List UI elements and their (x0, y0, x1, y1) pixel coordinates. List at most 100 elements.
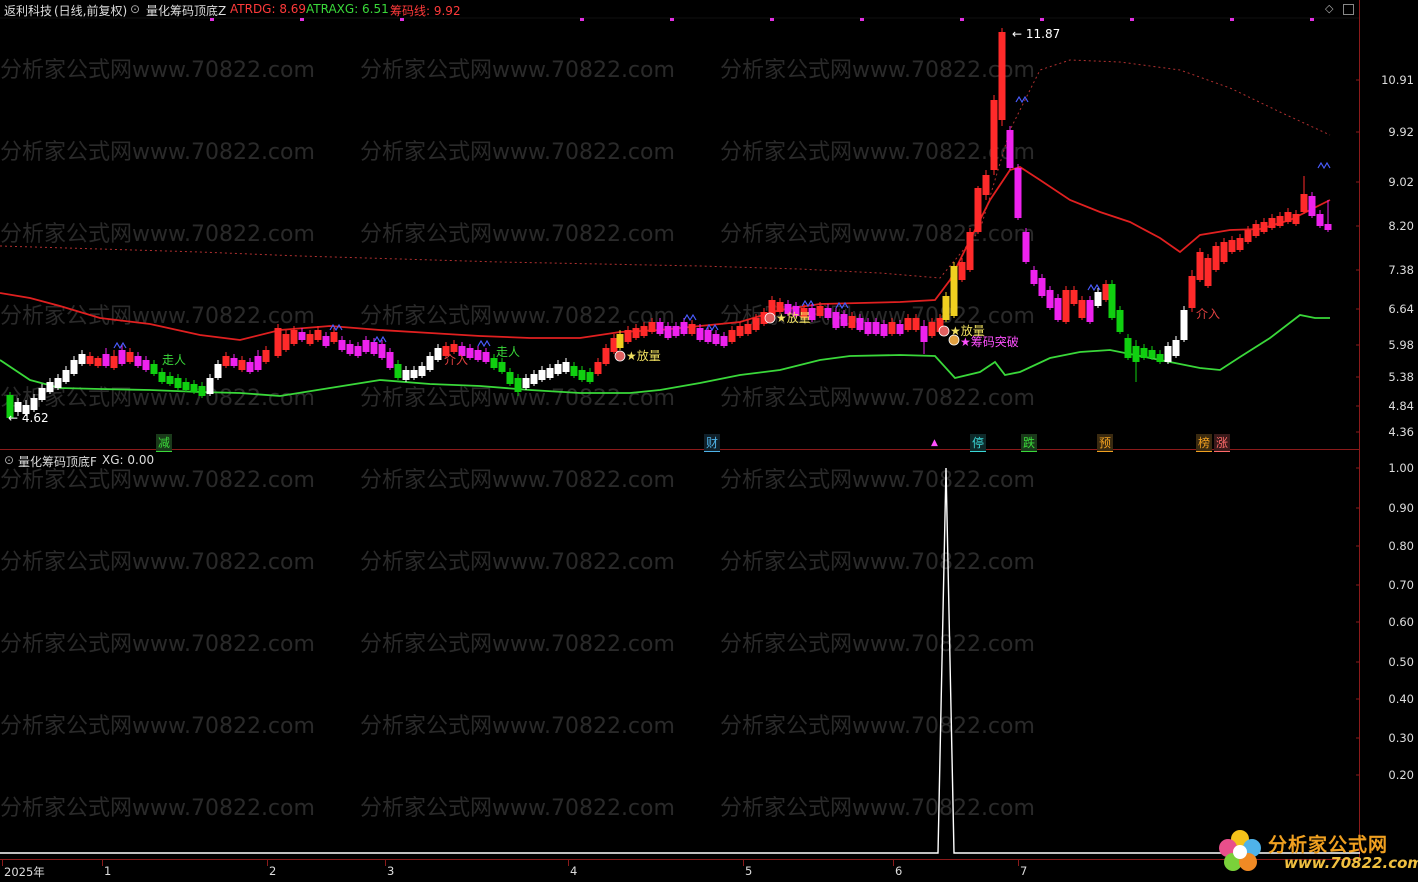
candle-body (1316, 214, 1324, 226)
candle-body (1204, 258, 1212, 286)
candle-body (198, 386, 206, 396)
candle-body (102, 354, 110, 366)
candle-body (346, 344, 354, 354)
flower-icon (1219, 830, 1261, 871)
candle-body (664, 326, 672, 338)
date-label: 3 (387, 864, 395, 878)
candle-body (816, 306, 824, 316)
candle-body (1236, 238, 1244, 250)
signal-tick: 0.80 (1388, 539, 1414, 553)
date-tick-mark (1018, 860, 1019, 866)
candle-body (998, 32, 1006, 120)
candle-body (616, 334, 624, 348)
event-badge: 跌 (1021, 434, 1038, 452)
candle-body (1132, 346, 1140, 362)
date-label: 4 (570, 864, 578, 878)
candle-body (594, 362, 602, 374)
date-label: 6 (895, 864, 903, 878)
candle-body (712, 334, 720, 344)
candle-body (1006, 130, 1014, 168)
candle-body (680, 322, 688, 334)
candle-body (1102, 284, 1110, 300)
candle-body (282, 334, 290, 350)
candle-body (1030, 270, 1038, 284)
candle-body (1228, 240, 1236, 252)
candle-body (872, 322, 880, 334)
candle-body (848, 316, 856, 328)
candle-body (402, 370, 410, 380)
candle-body (736, 326, 744, 336)
volume-signal: ★放量 (626, 348, 661, 363)
event-badge: 涨 (1214, 434, 1231, 452)
date-tick-mark (385, 860, 386, 866)
chip-line (0, 59, 1331, 279)
candle-body (474, 350, 482, 360)
chip-break-signal: ★筹码突破 (960, 334, 1019, 349)
candle-body (1140, 348, 1148, 358)
price-tick: 4.84 (1388, 399, 1414, 413)
candle-body (158, 372, 166, 382)
signal-tick: 0.20 (1388, 768, 1414, 782)
candle-body (78, 354, 86, 364)
date-label: 2 (269, 864, 277, 878)
candle-body (1062, 290, 1070, 322)
candle-body (982, 175, 990, 195)
candle-body (1180, 310, 1188, 340)
candle-body (298, 332, 306, 340)
candle-body (586, 372, 594, 382)
candle-body (1220, 242, 1228, 262)
event-badge: 停 (970, 434, 987, 452)
candle-body (640, 326, 648, 336)
date-label: 7 (1020, 864, 1028, 878)
candle-body (506, 372, 514, 384)
candle-body (70, 360, 78, 374)
candle-body (110, 356, 118, 368)
candle-body (418, 366, 426, 376)
peak-marker-icon (683, 313, 697, 322)
candle-body (562, 362, 570, 372)
signal-chart[interactable] (0, 460, 1360, 860)
candle-body (230, 358, 238, 366)
candle-body (912, 318, 920, 330)
candle-body (1054, 298, 1062, 320)
candle-body (1188, 276, 1196, 308)
volume-icon (614, 350, 626, 362)
peak-marker-icon (113, 341, 127, 350)
candle-body (752, 318, 760, 330)
top-marker (670, 18, 674, 21)
candle-body (330, 332, 338, 342)
date-tick-mark (568, 860, 569, 866)
price-tick: 8.20 (1388, 219, 1414, 233)
candle-body (126, 352, 134, 362)
price-tick: 9.02 (1388, 175, 1414, 189)
candle-body (238, 360, 246, 370)
candle-body (490, 358, 498, 368)
candle-body (648, 322, 656, 332)
candle-body (1212, 246, 1220, 270)
price-chart[interactable]: ← 11.87← 4.62走人走人介入介入★放量★放量★放量★筹码突破 (0, 0, 1360, 450)
logo-name: 分析家公式网 (1268, 834, 1389, 856)
peak-marker-icon (373, 335, 387, 344)
candle-body (354, 346, 362, 356)
top-marker (1040, 18, 1044, 21)
candle-body (94, 358, 102, 366)
candle-body (904, 318, 912, 330)
candle-body (522, 378, 530, 388)
candle-body (624, 330, 632, 342)
candle-body (1284, 212, 1292, 222)
candle-body (1324, 224, 1332, 230)
price-tick: 5.98 (1388, 338, 1414, 352)
date-tick-mark (2, 860, 3, 866)
candle-body (688, 324, 696, 334)
candle-body (174, 378, 182, 388)
xg-signal-line (0, 467, 1360, 854)
candle-body (514, 378, 522, 392)
candle-body (554, 364, 562, 374)
signal-tick: 0.50 (1388, 655, 1414, 669)
date-tick-mark (743, 860, 744, 866)
price-tick: 6.64 (1388, 302, 1414, 316)
candle-body (498, 362, 506, 372)
candle-body (840, 314, 848, 326)
candle-body (950, 266, 958, 316)
low-price-label: ← 4.62 (8, 411, 49, 425)
